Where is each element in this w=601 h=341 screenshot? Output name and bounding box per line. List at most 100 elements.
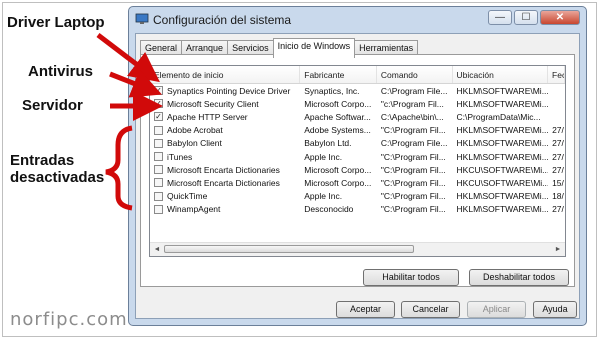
row-location: C:\ProgramData\Mic... xyxy=(456,111,541,122)
annotation-entradas-desactivadas: Entradas desactivadas xyxy=(10,152,104,186)
row-name-cell: ✓ Microsoft Security Client xyxy=(150,99,300,109)
row-name: WinampAgent xyxy=(167,204,221,215)
table-row[interactable]: QuickTime Apple Inc. "C:\Program Fil... HKL… xyxy=(150,190,565,203)
row-command: "C:\Program Fil... xyxy=(380,191,446,202)
table-row[interactable]: Microsoft Encarta Dictionaries Microsoft … xyxy=(150,176,565,189)
row-location: HKLM\SOFTWARE\Mi... xyxy=(456,85,549,96)
tab-inicio-de-windows[interactable]: Inicio de Windows xyxy=(272,38,356,58)
table-row[interactable]: Babylon Client Babylon Ltd. C:\Program Fil… xyxy=(150,137,565,150)
row-location: HKCU\SOFTWARE\Mi... xyxy=(456,164,549,175)
minimize-button[interactable]: — xyxy=(488,10,512,25)
scroll-right-icon[interactable]: ► xyxy=(552,244,564,255)
row-command: C:\Program File... xyxy=(380,138,448,149)
startup-checkbox[interactable] xyxy=(154,191,163,201)
startup-checkbox[interactable] xyxy=(154,152,163,162)
row-name: Adobe Acrobat xyxy=(167,125,223,136)
row-name: QuickTime xyxy=(167,191,208,202)
row-maker: Babylon Ltd. xyxy=(304,138,352,149)
annotation-entradas-line1: Entradas xyxy=(10,152,75,169)
title-bar[interactable]: Configuración del sistema — ☐ ✕ xyxy=(129,7,586,33)
row-command: "C:\Program Fil... xyxy=(380,125,446,136)
row-maker: Apple Inc. xyxy=(304,151,343,162)
row-name: iTunes xyxy=(167,151,193,162)
scroll-left-icon[interactable]: ◄ xyxy=(151,244,163,255)
row-date: 27/ xyxy=(552,204,564,215)
table-row[interactable]: iTunes Apple Inc. "C:\Program Fil... HKLM\S… xyxy=(150,150,565,163)
startup-checkbox[interactable] xyxy=(154,138,163,148)
row-command: "C:\Program Fil... xyxy=(380,204,446,215)
startup-checkbox-checked[interactable]: ✓ xyxy=(154,99,163,109)
row-date: 27/ xyxy=(552,164,564,175)
row-maker: Desconocido xyxy=(304,204,354,215)
row-name: Babylon Client xyxy=(167,138,222,149)
row-maker: Apple Inc. xyxy=(304,191,343,202)
row-maker: Adobe Systems... xyxy=(304,125,371,136)
annotation-antivirus: Antivirus xyxy=(28,63,94,80)
row-name: Microsoft Encarta Dictionaries xyxy=(167,177,280,188)
close-button[interactable]: ✕ xyxy=(540,10,580,25)
horizontal-scrollbar[interactable]: ◄ ► xyxy=(150,242,565,256)
row-command: C:\Apache\bin\... xyxy=(380,111,444,122)
column-header-fecha[interactable]: Fec xyxy=(548,66,565,83)
row-name: Synaptics Pointing Device Driver xyxy=(167,85,291,96)
apply-button[interactable]: Aplicar xyxy=(467,301,526,318)
row-name-cell: Babylon Client xyxy=(150,138,300,148)
startup-checkbox[interactable] xyxy=(154,178,163,188)
row-maker: Synaptics, Inc. xyxy=(304,85,360,96)
table-row[interactable]: ✓ Microsoft Security Client Microsoft Corp… xyxy=(150,97,565,110)
row-maker: Microsoft Corpo... xyxy=(304,177,372,188)
row-maker: Apache Softwar... xyxy=(304,111,371,122)
row-date: 27/ xyxy=(552,138,564,149)
column-header-fabricante[interactable]: Fabricante xyxy=(300,66,377,83)
system-config-window: Configuración del sistema — ☐ ✕ General … xyxy=(128,6,587,326)
maximize-icon: ☐ xyxy=(521,12,531,23)
column-header-ubicacion[interactable]: Ubicación xyxy=(453,66,549,83)
table-row[interactable]: ✓ Apache HTTP Server Apache Softwar... C:\A… xyxy=(150,110,565,123)
startup-checkbox-checked[interactable]: ✓ xyxy=(154,112,163,122)
annotation-driver-laptop: Driver Laptop xyxy=(7,14,105,31)
help-button[interactable]: Ayuda xyxy=(533,301,577,318)
annotation-servidor: Servidor xyxy=(22,97,83,114)
computer-icon xyxy=(135,13,149,24)
row-command: C:\Program File... xyxy=(380,85,448,96)
row-name-cell: WinampAgent xyxy=(150,204,300,214)
startup-checkbox[interactable] xyxy=(154,125,163,135)
startup-checkbox-checked[interactable]: ✓ xyxy=(154,86,163,96)
table-row[interactable]: Adobe Acrobat Adobe Systems... "C:\Program… xyxy=(150,124,565,137)
row-date: 27/ xyxy=(552,151,564,162)
row-maker: Microsoft Corpo... xyxy=(304,98,372,109)
list-body: ✓ Synaptics Pointing Device Driver Synapti… xyxy=(150,84,565,216)
row-command: "C:\Program Fil... xyxy=(380,164,446,175)
row-date: 15/ xyxy=(552,177,564,188)
row-name-cell: ✓ Apache HTTP Server xyxy=(150,112,300,122)
maximize-button[interactable]: ☐ xyxy=(514,10,538,25)
table-row[interactable]: WinampAgent Desconocido "C:\Program Fil...… xyxy=(150,203,565,216)
tab-strip: General Arranque Servicios Inicio de Win… xyxy=(140,38,419,58)
row-command: "C:\Program Fil... xyxy=(380,177,446,188)
enable-all-button[interactable]: Habilitar todos xyxy=(363,269,459,286)
cancel-button[interactable]: Cancelar xyxy=(401,301,460,318)
ok-button[interactable]: Aceptar xyxy=(336,301,395,318)
row-name-cell: ✓ Synaptics Pointing Device Driver xyxy=(150,86,300,96)
watermark: norfipc.com xyxy=(10,309,128,330)
row-name: Microsoft Security Client xyxy=(167,98,259,109)
startup-checkbox[interactable] xyxy=(154,165,163,175)
row-name-cell: Adobe Acrobat xyxy=(150,125,300,135)
row-name: Apache HTTP Server xyxy=(167,111,248,122)
column-header-elemento[interactable]: Elemento de inicio xyxy=(150,66,301,83)
row-command: "c:\Program Fil... xyxy=(380,98,444,109)
column-header-comando[interactable]: Comando xyxy=(377,66,453,83)
disable-all-button[interactable]: Deshabilitar todos xyxy=(469,269,569,286)
row-maker: Microsoft Corpo... xyxy=(304,164,372,175)
scrollbar-thumb[interactable] xyxy=(164,245,414,253)
row-location: HKLM\SOFTWARE\Mi... xyxy=(456,191,549,202)
table-row[interactable]: ✓ Synaptics Pointing Device Driver Synapti… xyxy=(150,84,565,97)
row-date: 18/ xyxy=(552,191,564,202)
table-row[interactable]: Microsoft Encarta Dictionaries Microsoft … xyxy=(150,163,565,176)
startup-list[interactable]: Elemento de inicio Fabricante Comando Ub… xyxy=(149,65,566,257)
annotation-entradas-line2: desactivadas xyxy=(10,169,105,186)
startup-checkbox[interactable] xyxy=(154,204,163,214)
row-location: HKLM\SOFTWARE\Mi... xyxy=(456,98,549,109)
row-location: HKCU\SOFTWARE\Mi... xyxy=(456,177,549,188)
minimize-icon: — xyxy=(495,12,505,23)
